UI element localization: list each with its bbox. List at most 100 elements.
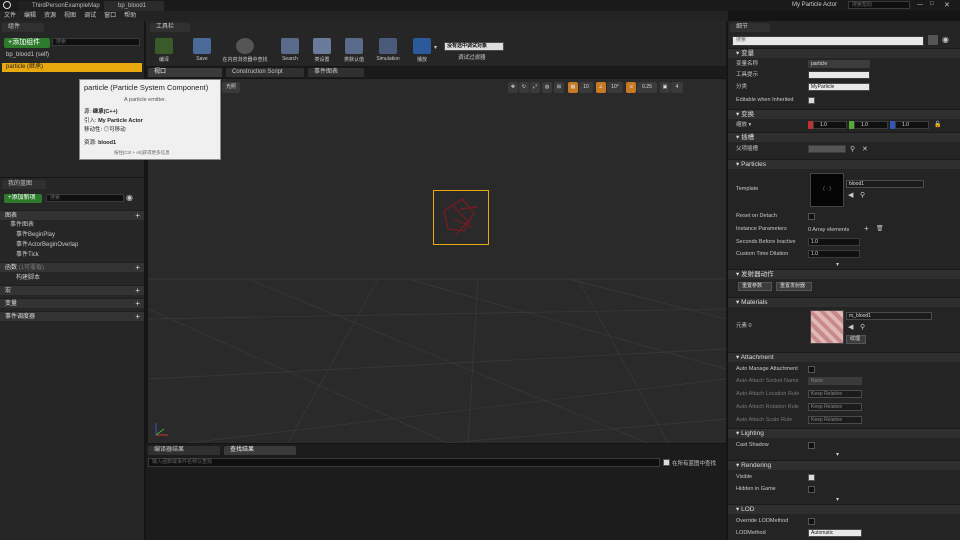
category-sockets[interactable]: ▾ 插槽 <box>728 132 960 142</box>
class-settings-button[interactable]: 类设置 <box>306 34 338 64</box>
components-search-input[interactable]: 搜索 <box>52 38 140 46</box>
add-graph-icon[interactable]: + <box>135 211 140 221</box>
blueprint-search-input[interactable]: 搜索 <box>46 194 124 202</box>
angle-snap-icon[interactable]: ∠ <box>596 82 606 93</box>
visible-checkbox[interactable] <box>808 474 815 481</box>
find-in-browser-button[interactable]: 在内容浏览器中查找 <box>218 34 272 64</box>
details-tab[interactable]: 细节 <box>730 23 770 32</box>
component-self[interactable]: bp_blood1 (self) <box>2 51 142 60</box>
tab-viewport[interactable]: 视口 <box>148 68 222 77</box>
seconds-inactive-field[interactable]: 1.0 <box>808 238 860 246</box>
delete-elements-icon[interactable]: 🗑 <box>876 225 884 232</box>
reset-detach-checkbox[interactable] <box>808 213 815 220</box>
template-search-icon[interactable]: ⚲ <box>860 191 865 199</box>
parent-socket-field[interactable] <box>808 145 846 153</box>
translate-icon[interactable]: ✥ <box>508 82 518 93</box>
grid-view-icon[interactable] <box>928 35 938 45</box>
play-options-icon[interactable]: ▾ <box>434 44 437 51</box>
material-back-icon[interactable]: ◀ <box>848 323 853 331</box>
event-graph-item[interactable]: 事件图表 <box>6 221 34 230</box>
add-dispatcher-icon[interactable]: + <box>135 312 140 322</box>
section-functions[interactable]: 函数 (1可覆载) + <box>0 262 144 272</box>
category-rendering[interactable]: ▾ Rendering <box>728 460 960 470</box>
event-item[interactable]: 事件Tick <box>12 251 39 260</box>
location-rule-dropdown[interactable]: Keep Relative <box>808 390 862 398</box>
menu-edit[interactable]: 编辑 <box>20 11 40 21</box>
lod-method-dropdown[interactable]: Automatic <box>808 529 862 537</box>
scale-value[interactable]: 0.25 <box>637 82 657 93</box>
cast-shadow-checkbox[interactable] <box>808 442 815 449</box>
menu-help[interactable]: 帮助 <box>120 11 140 21</box>
rotate-icon[interactable]: ↻ <box>519 82 529 93</box>
scale-dropdown-icon[interactable]: ▾ <box>749 122 752 128</box>
editable-checkbox[interactable] <box>808 97 815 104</box>
category-particles[interactable]: ▾ Particles <box>728 159 960 169</box>
find-search-input[interactable]: 输入函数或事件名称以查找 <box>148 458 660 467</box>
scale-x-field[interactable]: 1.0 <box>813 121 847 129</box>
hidden-in-game-checkbox[interactable] <box>808 486 815 493</box>
world-icon[interactable]: ◍ <box>542 82 552 93</box>
socket-search-icon[interactable]: ⚲ <box>850 145 855 153</box>
lighting-mode-button[interactable]: 光照 <box>222 82 240 93</box>
add-new-button[interactable]: +添加新项 <box>4 194 42 203</box>
my-blueprint-tab[interactable]: 我的蓝图 <box>2 180 46 189</box>
category-lighting[interactable]: ▾ Lighting <box>728 428 960 438</box>
reset-emitters-button[interactable]: 重置发射器 <box>776 282 812 291</box>
tab-find-results[interactable]: 查找结果 <box>224 446 296 455</box>
scale-snap-icon[interactable]: ⇲ <box>626 82 636 93</box>
event-item[interactable]: 事件BeginPlay <box>12 231 55 240</box>
category-dropdown[interactable]: MyParticle <box>808 83 870 91</box>
maximize-icon[interactable]: □ <box>930 1 934 7</box>
material-search-icon[interactable]: ⚲ <box>860 323 865 331</box>
category-lod[interactable]: ▾ LOD <box>728 504 960 514</box>
add-function-icon[interactable]: + <box>135 263 140 273</box>
add-macro-icon[interactable]: + <box>135 286 140 296</box>
angle-value[interactable]: 10° <box>607 82 623 93</box>
component-particle[interactable]: particle (继承) <box>2 63 142 72</box>
close-icon[interactable]: ✕ <box>944 1 950 9</box>
lighting-expand-icon[interactable]: ▾ <box>836 451 839 458</box>
add-variable-icon[interactable]: + <box>135 299 140 309</box>
socket-clear-icon[interactable]: ✕ <box>862 145 868 153</box>
category-variable[interactable]: ▾ 变量 <box>728 48 960 58</box>
add-element-icon[interactable]: + <box>864 224 869 233</box>
lock-icon[interactable]: 🔓 <box>934 121 941 128</box>
eye-icon[interactable]: ◉ <box>126 193 133 202</box>
event-item[interactable]: 事件ActorBeginOverlap <box>12 241 78 250</box>
template-back-icon[interactable]: ◀ <box>848 191 853 199</box>
compile-button[interactable]: 编译 <box>148 34 180 64</box>
details-eye-icon[interactable]: ◉ <box>942 35 949 44</box>
class-defaults-button[interactable]: 类默认值 <box>338 34 370 64</box>
override-lod-checkbox[interactable] <box>808 518 815 525</box>
save-button[interactable]: Save <box>186 34 218 64</box>
category-transform[interactable]: ▾ 变换 <box>728 109 960 119</box>
menu-view[interactable]: 视图 <box>60 11 80 21</box>
section-variables[interactable]: 变量 + <box>0 298 144 308</box>
category-attachment[interactable]: ▾ Attachment <box>728 352 960 362</box>
camera-speed-value[interactable]: 4 <box>671 82 683 93</box>
particle-selection-box[interactable] <box>433 190 489 245</box>
reset-params-button[interactable]: 重置参数 <box>738 282 772 291</box>
search-button[interactable]: Search <box>274 34 306 64</box>
tab-blueprint[interactable]: bp_blood1 <box>104 1 164 11</box>
add-component-button[interactable]: +添加组件 <box>4 38 50 48</box>
find-all-checkbox[interactable] <box>663 459 670 466</box>
tab-construction-script[interactable]: Construction Script <box>226 68 304 77</box>
template-thumbnail[interactable]: ( · ) <box>810 173 844 207</box>
scale-rule-dropdown[interactable]: Keep Relative <box>808 416 862 424</box>
menu-asset[interactable]: 资源 <box>40 11 60 21</box>
textures-button[interactable]: 纹理 <box>846 335 866 344</box>
auto-manage-checkbox[interactable] <box>808 366 815 373</box>
tab-event-graph[interactable]: 事件图表 <box>308 68 364 77</box>
camera-speed-icon[interactable]: ▣ <box>660 82 670 93</box>
grid-snap-icon[interactable]: ▦ <box>568 82 578 93</box>
menu-debug[interactable]: 调试 <box>80 11 100 21</box>
tooltip-field[interactable] <box>808 71 870 79</box>
tab-map[interactable]: ThirdPersonExampleMap <box>18 1 100 11</box>
category-materials[interactable]: ▾ Materials <box>728 297 960 307</box>
debug-object-dropdown[interactable]: 没有选中调试对象 <box>444 42 504 51</box>
details-search-input[interactable]: 搜索 <box>732 36 924 46</box>
help-search-input[interactable]: 搜索帮助 <box>848 1 910 9</box>
section-graphs[interactable]: 图表 + <box>0 210 144 220</box>
grid-value[interactable]: 10 <box>579 82 593 93</box>
